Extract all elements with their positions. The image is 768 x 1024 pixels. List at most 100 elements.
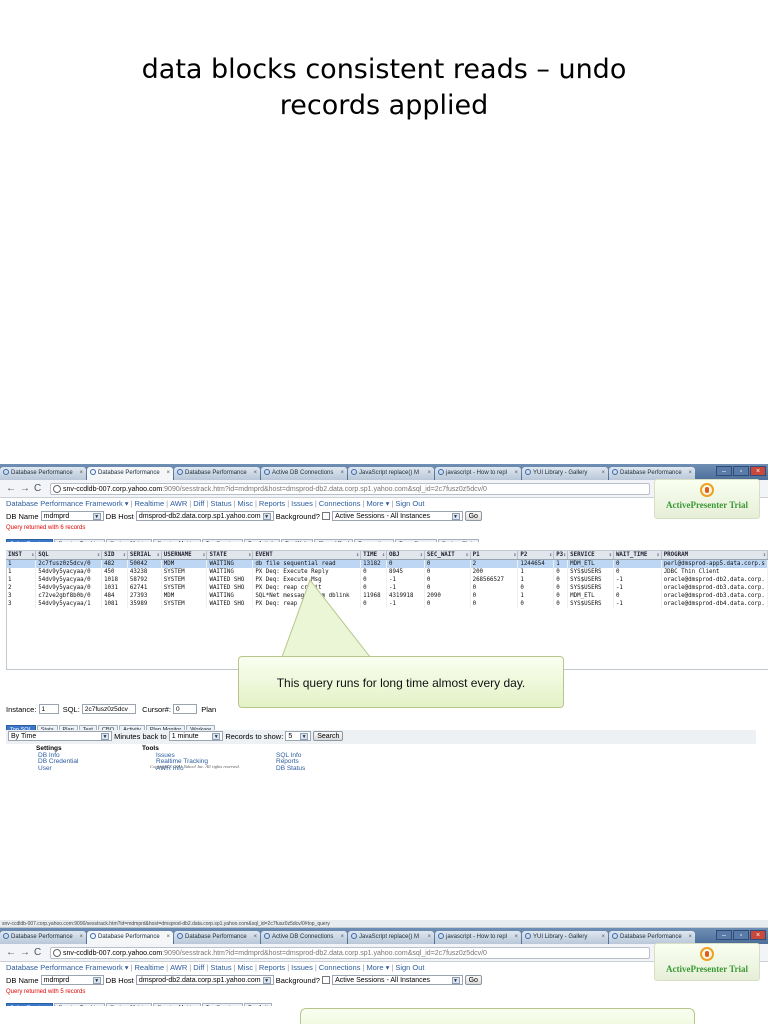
back-icon[interactable]: ← — [6, 944, 16, 962]
view-tab[interactable]: System Stats — [437, 539, 479, 542]
scope-select[interactable]: Active Sessions - All Instances ▼ — [332, 511, 463, 521]
footer-link[interactable]: User — [36, 765, 78, 770]
view-tab[interactable]: Top Activity — [244, 539, 281, 542]
go-button[interactable]: Go — [464, 511, 482, 521]
column-header[interactable]: SQL ⇕ — [35, 551, 103, 560]
db-host-select[interactable]: dmsprod-db2.data.corp.sp1.yahoo.com ▼ — [135, 975, 274, 985]
column-header[interactable]: PROGRAM ⇕ — [661, 551, 768, 560]
nav-item[interactable]: AWR — [170, 963, 187, 972]
view-tab[interactable]: Session Tracking — [54, 539, 106, 542]
forward-icon[interactable]: → — [20, 480, 30, 498]
background-checkbox[interactable] — [322, 512, 331, 520]
nav-item[interactable]: More ▾ — [366, 963, 389, 972]
view-tab[interactable]: Transactions — [354, 539, 395, 542]
view-tab[interactable]: Session Metrics — [153, 539, 201, 542]
nav-item[interactable]: Diff — [193, 499, 204, 508]
column-header[interactable]: SID ⇕ — [101, 551, 128, 560]
nav-item[interactable]: Reports — [259, 499, 285, 508]
column-header[interactable]: INST ⇕ — [6, 551, 37, 560]
table-row[interactable]: 1 54dv9y5yacyaa/0 1018 58792 SYSTEM WAITED SH… — [6, 576, 768, 584]
table-row[interactable]: 2 54dv9y5yacyaa/0 1031 62741 SYSTEM WAITED SH… — [6, 584, 768, 592]
view-tab[interactable]: Session Tracking — [54, 1003, 106, 1006]
db-name-select[interactable]: mdmprd ▼ — [40, 975, 104, 985]
forward-icon[interactable]: → — [20, 944, 30, 962]
close-icon[interactable]: × — [253, 467, 257, 480]
records-select[interactable]: 5 ▼ — [285, 731, 312, 741]
nav-item[interactable]: Realtime — [135, 963, 165, 972]
browser-tab[interactable]: Active DB Connections × — [261, 467, 347, 480]
nav-item[interactable]: Reports — [259, 963, 285, 972]
scope-select[interactable]: Active Sessions - All Instances ▼ — [332, 975, 463, 985]
close-icon[interactable]: × — [750, 930, 766, 940]
nav-item[interactable]: Database Performance Framework ▾ — [6, 499, 129, 508]
url-field-2[interactable]: snv-ccdldb-007.corp.yahoo.com:9090/sesst… — [50, 947, 650, 959]
column-header[interactable]: P3 ⇕ — [553, 551, 569, 560]
table-row[interactable]: 1 2c7fusz0z5dcv/0 482 50042 MDM WAITING db fil… — [6, 559, 768, 568]
close-icon[interactable]: × — [427, 931, 431, 944]
nav-item[interactable]: Connections — [319, 963, 361, 972]
minutes-select[interactable]: 1 minute ▼ — [168, 731, 224, 741]
close-icon[interactable]: × — [427, 467, 431, 480]
minimize-icon[interactable]: – — [716, 466, 732, 476]
minimize-icon[interactable]: – — [716, 930, 732, 940]
close-icon[interactable]: × — [166, 467, 170, 480]
nav-item[interactable]: Sign Out — [395, 499, 424, 508]
nav-item[interactable]: Connections — [319, 499, 361, 508]
url-field[interactable]: snv-ccdldb-007.corp.yahoo.com:9090/sesst… — [50, 483, 650, 495]
nav-item[interactable]: Sign Out — [395, 963, 424, 972]
close-icon[interactable]: × — [79, 931, 83, 944]
column-header[interactable]: SERIAL ⇕ — [127, 551, 162, 560]
browser-tab[interactable]: javascript - How to repl × — [435, 931, 521, 944]
browser-tab[interactable]: YUI Library - Gallery × — [522, 467, 608, 480]
nav-item[interactable]: AWR — [170, 499, 187, 508]
browser-tab[interactable]: JavaScript replace() M × — [348, 467, 434, 480]
view-tab[interactable]: Top Waits — [281, 539, 314, 542]
table-row[interactable]: 3 c72ve2gbf8b0b/0 484 27393 MDM WAITING SQL*Ne… — [6, 592, 768, 600]
nav-item[interactable]: Issues — [291, 499, 313, 508]
close-icon[interactable]: × — [340, 467, 344, 480]
browser-tab[interactable]: Database Performance × — [87, 931, 173, 944]
nav-item[interactable]: Diff — [193, 963, 204, 972]
view-tab[interactable]: Session Metrics — [153, 1003, 201, 1006]
back-icon[interactable]: ← — [6, 480, 16, 498]
column-header[interactable]: USERNAME ⇕ — [161, 551, 208, 560]
browser-tab[interactable]: Active DB Connections × — [261, 931, 347, 944]
maximize-icon[interactable]: ▫ — [733, 930, 749, 940]
close-icon[interactable]: × — [601, 467, 605, 480]
db-host-select[interactable]: dmsprod-db2.data.corp.sp1.yahoo.com ▼ — [135, 511, 274, 521]
sql-input[interactable]: 2c7fusz0z5dcv — [81, 704, 136, 714]
nav-item[interactable]: More ▾ — [366, 499, 389, 508]
instance-input[interactable]: 1 — [38, 704, 59, 714]
table-row[interactable]: 3 54dv9y5yacyaa/1 1081 35989 SYSTEM WAITED SH… — [6, 600, 768, 608]
browser-tab[interactable]: Database Performance × — [87, 467, 173, 480]
column-header[interactable]: P1 ⇕ — [470, 551, 519, 560]
footer-link[interactable]: DB Status — [274, 765, 347, 770]
column-header[interactable]: WAIT_TIME ⇕ — [613, 551, 662, 560]
close-icon[interactable]: × — [79, 467, 83, 480]
column-header[interactable]: OBJ ⇕ — [386, 551, 425, 560]
browser-tab[interactable]: Database Performance × — [0, 467, 86, 480]
browser-tab[interactable]: YUI Library - Gallery × — [522, 931, 608, 944]
column-header[interactable]: P2 ⇕ — [517, 551, 555, 560]
sort-select[interactable]: By Time ▼ — [8, 731, 112, 741]
view-tab[interactable]: Active Sessions — [6, 539, 54, 542]
close-icon[interactable]: × — [514, 467, 518, 480]
view-tab[interactable]: Active Sessions — [6, 1003, 54, 1006]
browser-tab[interactable]: Database Performance × — [0, 931, 86, 944]
view-tab[interactable]: Top Acti — [244, 1003, 272, 1006]
nav-item[interactable]: Status — [210, 499, 231, 508]
maximize-icon[interactable]: ▫ — [733, 466, 749, 476]
view-tab[interactable]: Temp Spaces — [395, 539, 437, 542]
search-button[interactable]: Search — [313, 731, 344, 741]
go-button[interactable]: Go — [464, 975, 482, 985]
close-icon[interactable]: × — [601, 931, 605, 944]
nav-item[interactable]: Misc — [238, 963, 253, 972]
view-tab[interactable]: System Metrics — [106, 1003, 153, 1006]
table-row[interactable]: 1 54dv9y5yacyaa/0 450 43238 SYSTEM WAITING PX … — [6, 568, 768, 576]
browser-tab[interactable]: Database Performance × — [174, 931, 260, 944]
nav-item[interactable]: Misc — [238, 499, 253, 508]
browser-tab[interactable]: javascript - How to repl × — [435, 467, 521, 480]
column-header[interactable]: SERVICE ⇕ — [567, 551, 614, 560]
view-tab[interactable]: Top Sessions — [201, 539, 244, 542]
background-checkbox[interactable] — [322, 976, 331, 984]
